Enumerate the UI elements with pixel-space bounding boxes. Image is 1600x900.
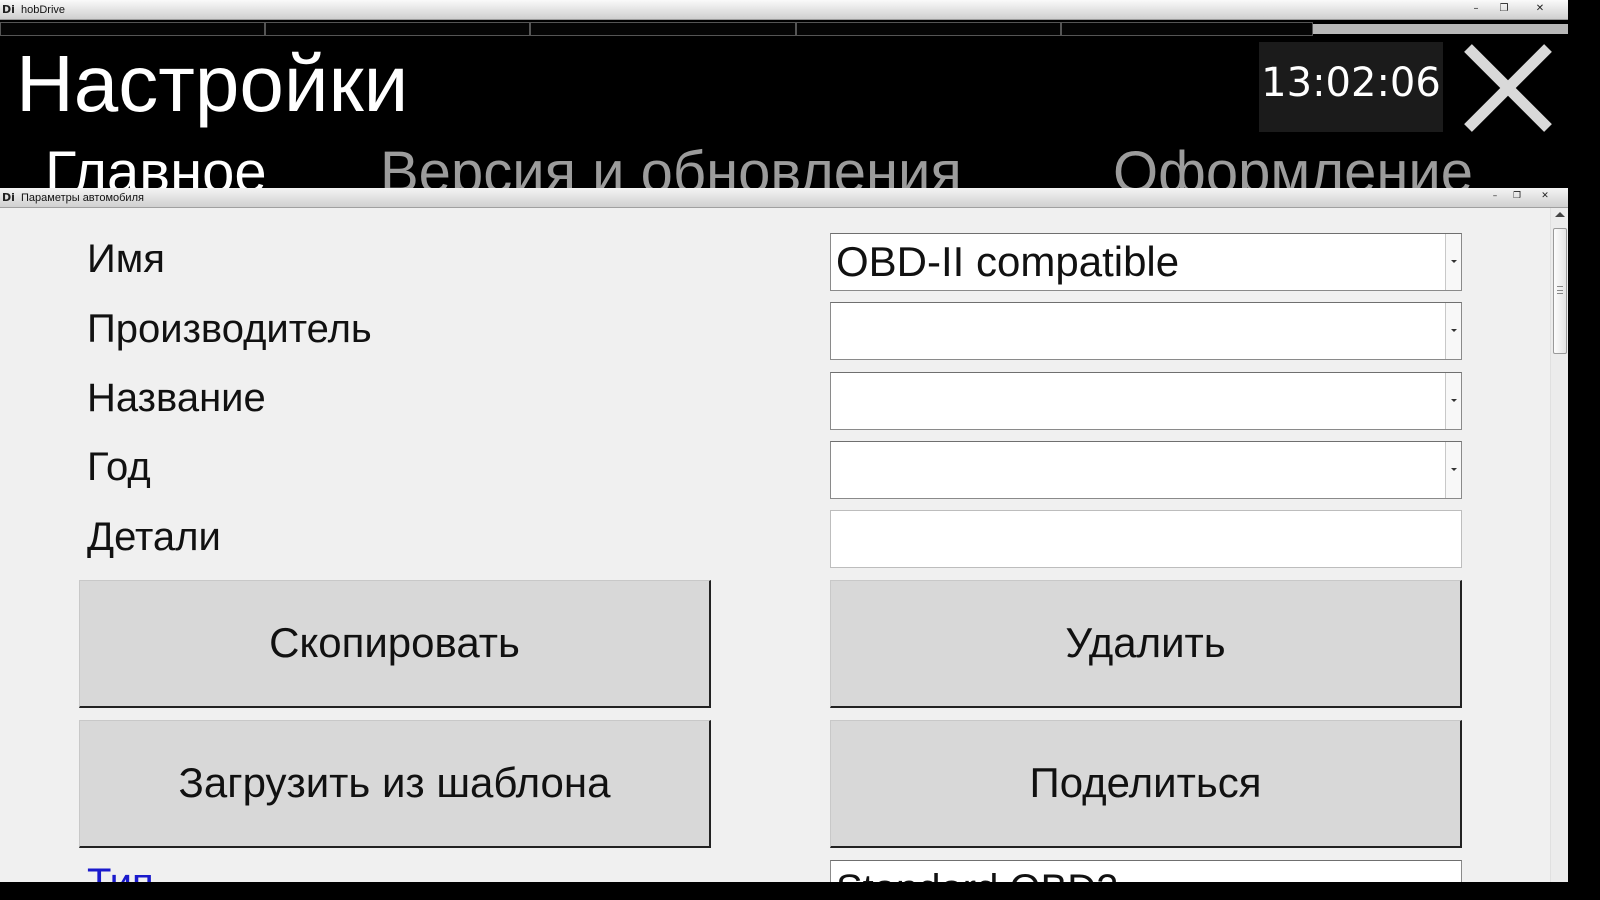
details-input[interactable] <box>830 510 1462 568</box>
details-label: Детали <box>87 515 221 559</box>
chevron-down-icon <box>1451 399 1457 402</box>
chevron-down-icon <box>1451 468 1457 471</box>
dropdown-button[interactable] <box>1445 442 1461 498</box>
dropdown-button[interactable] <box>1445 234 1461 290</box>
tab-version-updates[interactable]: Версия и обновления <box>380 138 962 190</box>
outer-window-titlebar[interactable]: Di hobDrive – ❐ ✕ <box>0 0 1568 20</box>
inner-window-titlebar[interactable]: Di Параметры автомобиля – ❐ ✕ <box>0 188 1568 208</box>
year-label: Год <box>87 445 151 489</box>
window-controls: – ❐ ✕ <box>1464 1 1560 17</box>
tab-appearance[interactable]: Оформление <box>1113 138 1473 190</box>
strip-segment <box>1061 22 1313 36</box>
settings-tabs: Главное Версия и обновления Оформление <box>0 138 1568 190</box>
minimize-icon[interactable]: – <box>1464 1 1488 17</box>
page-title: Настройки <box>16 39 409 128</box>
manufacturer-combobox[interactable] <box>830 302 1462 360</box>
chevron-down-icon <box>1451 329 1457 332</box>
year-combobox[interactable] <box>830 441 1462 499</box>
type-combobox[interactable]: Standard OBD2 <box>830 860 1462 882</box>
type-link[interactable]: Тип <box>87 858 154 882</box>
strip-segment <box>796 22 1061 36</box>
minimize-icon[interactable]: – <box>1486 189 1504 205</box>
clock-time: 13:02:06 <box>1261 60 1441 106</box>
name-value: OBD-II compatible <box>836 238 1180 285</box>
chevron-down-icon <box>1451 260 1457 263</box>
name-label: Имя <box>87 237 165 281</box>
settings-header: Настройки 13:02:06 Главное Версия и обно… <box>0 38 1568 190</box>
top-strip <box>0 20 1568 38</box>
delete-button[interactable]: Удалить <box>830 580 1462 708</box>
dropdown-button[interactable] <box>1445 373 1461 429</box>
model-combobox[interactable] <box>830 372 1462 430</box>
scroll-up-arrow-icon[interactable] <box>1555 212 1565 217</box>
strip-segment <box>530 22 796 36</box>
inner-window-controls: – ❐ ✕ <box>1486 189 1560 205</box>
strip-segment <box>265 22 530 36</box>
grip-icon <box>1557 286 1563 294</box>
app-root: Di hobDrive – ❐ ✕ Настройки 13:02:06 Гла… <box>0 0 1568 882</box>
type-value: Standard OBD2 <box>836 861 1118 882</box>
window-title: hobDrive <box>21 4 66 16</box>
app-icon: Di <box>2 3 15 16</box>
clock-panel: 13:02:06 <box>1259 42 1443 132</box>
model-label: Название <box>87 376 266 420</box>
maximize-icon[interactable]: ❐ <box>1492 1 1516 17</box>
share-button[interactable]: Поделиться <box>830 720 1462 848</box>
strip-segment <box>0 22 265 36</box>
close-x-icon[interactable] <box>1462 42 1554 134</box>
name-combobox[interactable]: OBD-II compatible <box>830 233 1462 291</box>
copy-button[interactable]: Скопировать <box>79 580 711 708</box>
close-window-icon[interactable]: ✕ <box>1530 189 1560 205</box>
dropdown-button[interactable] <box>1445 303 1461 359</box>
close-window-icon[interactable]: ✕ <box>1520 1 1560 17</box>
vehicle-params-panel: Имя OBD-II compatible Производитель Назв… <box>0 208 1550 882</box>
scroll-thumb[interactable] <box>1553 228 1567 354</box>
strip-tail <box>1313 24 1568 34</box>
load-template-button[interactable]: Загрузить из шаблона <box>79 720 711 848</box>
inner-window-title: Параметры автомобиля <box>21 192 144 204</box>
vertical-scrollbar[interactable] <box>1550 208 1568 882</box>
manufacturer-label: Производитель <box>87 307 372 351</box>
maximize-icon[interactable]: ❐ <box>1508 189 1526 205</box>
app-icon: Di <box>2 191 15 204</box>
tab-main[interactable]: Главное <box>45 138 267 190</box>
